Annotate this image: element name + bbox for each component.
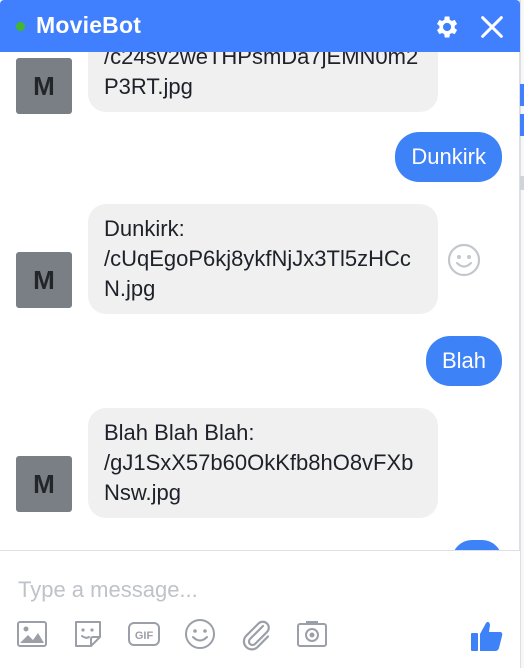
emoji-icon[interactable]	[183, 617, 217, 651]
user-message-partial	[452, 540, 502, 550]
image-icon[interactable]	[15, 617, 49, 651]
user-message: Dunkirk	[395, 132, 502, 182]
composer: GIF	[0, 550, 520, 668]
background-edge-mark	[520, 176, 524, 190]
chat-window: MovieBot M /c24sv2weTHPsmDa7jEMN0m2P3RT.…	[0, 0, 520, 668]
thumbs-up-icon[interactable]	[468, 617, 506, 655]
close-icon[interactable]	[478, 13, 506, 41]
message-list[interactable]: M /c24sv2weTHPsmDa7jEMN0m2P3RT.jpg Dunki…	[0, 52, 520, 550]
user-message: Blah	[425, 336, 502, 386]
bot-message: Dunkirk: /cUqEgoP6kj8ykfNjJx3Tl5zHCcN.jp…	[88, 204, 438, 314]
online-status-dot	[16, 22, 25, 31]
chat-header: MovieBot	[0, 0, 520, 52]
gif-icon[interactable]: GIF	[127, 617, 161, 651]
camera-icon[interactable]	[295, 617, 329, 651]
bot-message: Blah Blah Blah: /gJ1SxX57b60OkKfb8hO8vFX…	[88, 408, 438, 518]
bot-avatar: M	[16, 456, 72, 512]
sticker-icon[interactable]	[71, 617, 105, 651]
chat-title: MovieBot	[36, 12, 142, 38]
message-input[interactable]	[16, 571, 500, 609]
bot-avatar: M	[16, 58, 72, 114]
attachment-icon[interactable]	[239, 617, 273, 651]
background-edge-accent	[520, 84, 524, 106]
emoji-reaction-icon[interactable]	[446, 242, 482, 278]
background-edge-accent	[520, 114, 524, 136]
bot-message: /c24sv2weTHPsmDa7jEMN0m2P3RT.jpg	[88, 52, 438, 112]
gear-icon[interactable]	[432, 13, 460, 41]
bot-avatar: M	[16, 252, 72, 308]
svg-text:GIF: GIF	[135, 630, 154, 642]
